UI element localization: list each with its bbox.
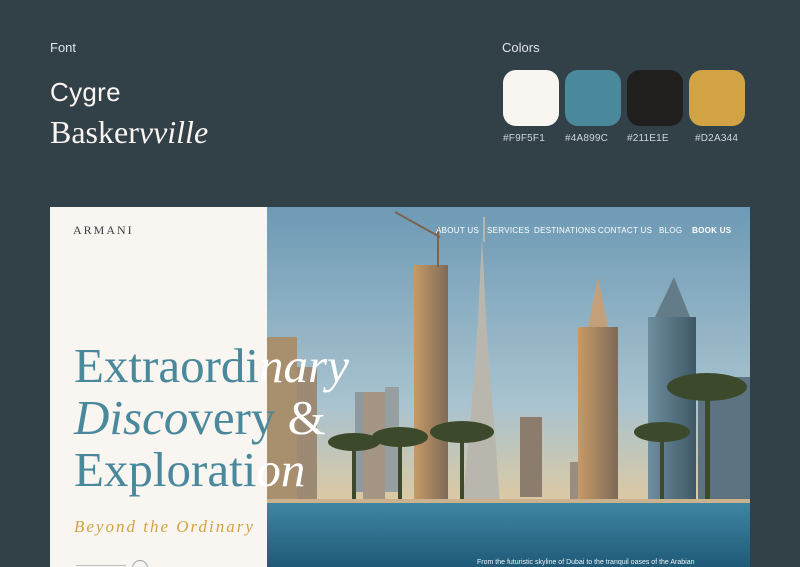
headline-part: & <box>287 390 326 445</box>
hero-caption: From the futuristic skyline of Dubai to … <box>477 559 695 566</box>
divider-line <box>76 565 126 566</box>
site-logo[interactable]: ARMANI <box>73 223 134 238</box>
headline-part: Disco <box>74 390 189 445</box>
colors-section-label: Colors <box>502 40 540 55</box>
serif-font-italic: vville <box>138 114 209 150</box>
headline-part: Extraordi <box>74 338 260 393</box>
swatch-label-gold: #D2A344 <box>695 133 739 144</box>
headline-part: nary <box>259 338 349 393</box>
swatch-label-teal: #4A899C <box>565 133 609 144</box>
hero-headline-line-2: Discovery & <box>74 392 326 444</box>
swatch-gold <box>689 70 745 126</box>
swatch-label-ivory: #F9F5F1 <box>503 133 545 144</box>
swatch-teal <box>565 70 621 126</box>
nav-contact-us[interactable]: CONTACT US <box>598 226 652 235</box>
swatch-label-charcoal: #211E1E <box>627 133 669 144</box>
swatch-charcoal <box>627 70 683 126</box>
hero-tagline: Beyond the Ordinary <box>74 517 255 536</box>
hero-headline-line-1: Extraordinary <box>74 340 349 392</box>
hero-headline-line-3: Exploration <box>74 444 305 496</box>
swatch-ivory <box>503 70 559 126</box>
sans-font-sample: Cygre <box>50 77 121 107</box>
font-section-label: Font <box>50 40 77 55</box>
nav-blog[interactable]: BLOG <box>659 226 682 235</box>
headline-part: Explorati <box>74 442 257 497</box>
book-us-button[interactable]: BOOK US <box>692 226 731 235</box>
serif-font-regular: Basker <box>50 114 139 150</box>
nav-services[interactable]: SERVICES <box>487 226 530 235</box>
nav-about-us[interactable]: ABOUT US <box>436 226 479 235</box>
website-mockup: ARMANI ABOUT US SERVICES DESTINATIONS CO… <box>50 207 750 567</box>
headline-part: very <box>188 390 288 445</box>
headline-part: on <box>256 442 306 497</box>
serif-font-sample: Baskervville <box>50 114 208 151</box>
nav-destinations[interactable]: DESTINATIONS <box>534 226 596 235</box>
